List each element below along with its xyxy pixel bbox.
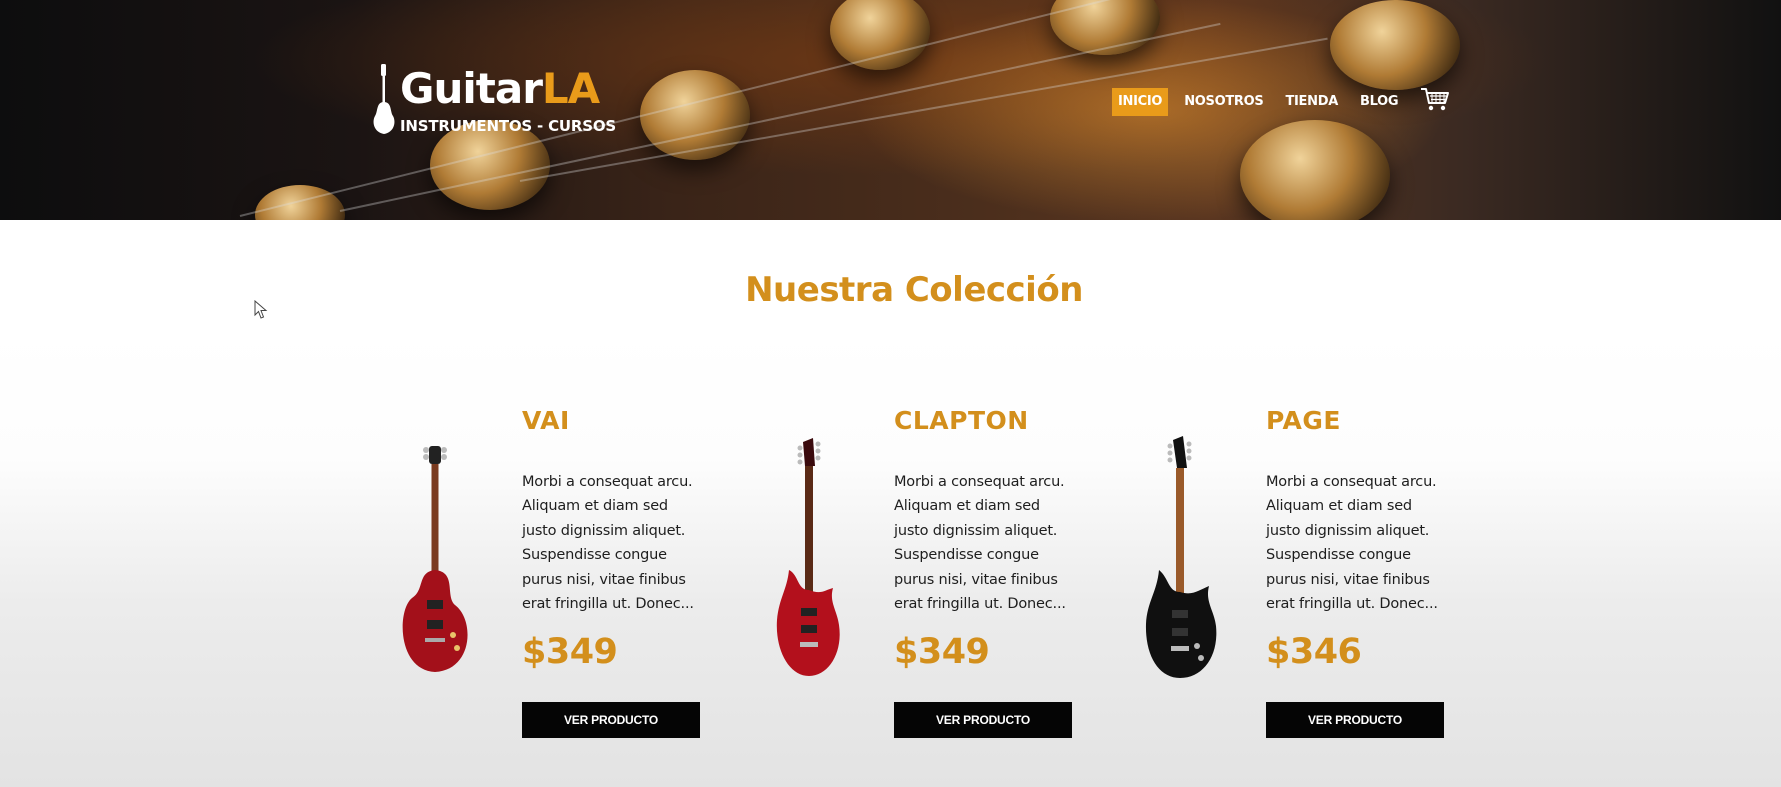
tuning-peg-decoration	[1330, 0, 1460, 90]
view-product-button[interactable]: VER PRODUCTO	[522, 702, 700, 738]
product-name: CLAPTON	[894, 406, 1029, 435]
tuning-peg-decoration	[830, 0, 930, 70]
product-name: PAGE	[1266, 406, 1341, 435]
view-product-button[interactable]: VER PRODUCTO	[1266, 702, 1444, 738]
nav-item-inicio[interactable]: INICIO	[1112, 88, 1169, 116]
cart-icon[interactable]	[1420, 86, 1450, 112]
mouse-cursor-icon	[254, 300, 268, 319]
brand-tagline: INSTRUMENTOS - CURSOS	[400, 117, 616, 135]
product-card: VAI Morbi a consequat arcu. Aliquam et d…	[395, 400, 735, 750]
brand-name: GuitarLA	[400, 64, 600, 113]
product-description: Morbi a consequat arcu. Aliquam et diam …	[522, 474, 694, 613]
tuning-peg-decoration	[255, 185, 345, 220]
nav-item-tienda[interactable]: TIENDA	[1279, 88, 1344, 116]
product-description: Morbi a consequat arcu. Aliquam et diam …	[1266, 474, 1438, 613]
hero-header: GuitarLA INSTRUMENTOS - CURSOS INICIO NO…	[0, 0, 1781, 220]
logo[interactable]: GuitarLA INSTRUMENTOS - CURSOS	[372, 62, 616, 138]
nav-item-nosotros[interactable]: NOSOTROS	[1178, 88, 1269, 116]
guitar-image	[1145, 436, 1217, 678]
main-nav: INICIO NOSOTROS TIENDA BLOG	[1112, 88, 1414, 116]
product-price: $346	[1266, 632, 1362, 672]
product-card: PAGE Morbi a consequat arcu. Aliquam et …	[1139, 400, 1479, 750]
product-name: VAI	[522, 406, 570, 435]
guitar-logo-icon	[373, 64, 395, 134]
product-price: $349	[522, 632, 618, 672]
tuning-peg-decoration	[640, 70, 750, 160]
tuning-peg-decoration	[1240, 120, 1390, 220]
nav-item-blog[interactable]: BLOG	[1354, 88, 1404, 116]
product-description: Morbi a consequat arcu. Aliquam et diam …	[894, 474, 1066, 613]
guitar-image	[402, 446, 468, 672]
product-card: CLAPTON Morbi a consequat arcu. Aliquam …	[767, 400, 1107, 750]
guitar-image	[776, 438, 840, 676]
view-product-button[interactable]: VER PRODUCTO	[894, 702, 1072, 738]
product-price: $349	[894, 632, 990, 672]
